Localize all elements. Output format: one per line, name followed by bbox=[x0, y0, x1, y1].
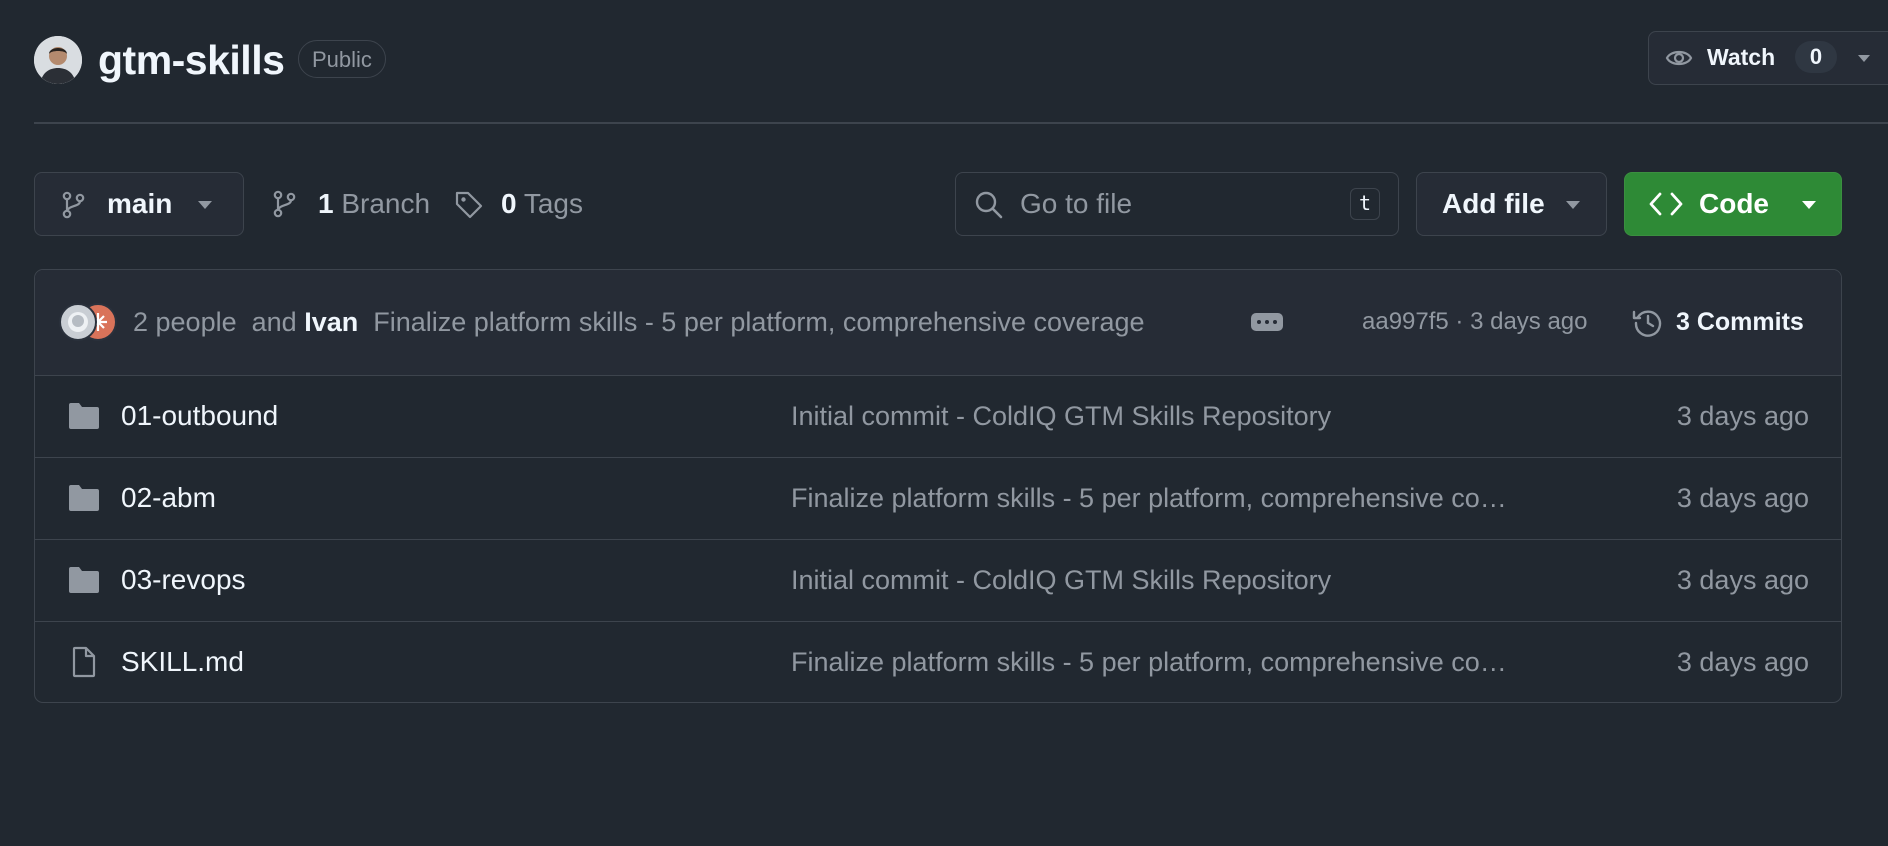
folder-icon bbox=[69, 567, 99, 593]
tags-link[interactable]: 0 Tags bbox=[501, 170, 583, 238]
file-commit-message[interactable]: Finalize platform skills - 5 per platfor… bbox=[791, 458, 1597, 538]
file-commit-message[interactable]: Initial commit - ColdIQ GTM Skills Repos… bbox=[791, 376, 1597, 456]
latest-commit-bar: 2 people and Ivan Finalize platform skil… bbox=[35, 270, 1841, 376]
search-placeholder: Go to file bbox=[1020, 188, 1133, 219]
visibility-badge: Public bbox=[298, 40, 386, 78]
file-commit-message[interactable]: Finalize platform skills - 5 per platfor… bbox=[791, 622, 1597, 702]
current-branch-label: main bbox=[107, 188, 173, 219]
watch-label: Watch bbox=[1707, 44, 1776, 70]
file-table: 2 people and Ivan Finalize platform skil… bbox=[34, 269, 1842, 703]
branch-selector-button[interactable]: main bbox=[34, 172, 244, 236]
file-row[interactable]: SKILL.md Finalize platform skills - 5 pe… bbox=[35, 622, 1841, 702]
file-row[interactable]: 01-outbound Initial commit - ColdIQ GTM … bbox=[35, 376, 1841, 458]
git-branch-icon bbox=[62, 191, 85, 219]
file-age: 3 days ago bbox=[1676, 647, 1809, 677]
and-text: and bbox=[251, 307, 297, 337]
file-row[interactable]: 02-abm Finalize platform skills - 5 per … bbox=[35, 458, 1841, 540]
commit-hash-time[interactable]: aa997f5 · 3 days ago bbox=[1362, 270, 1588, 374]
file-age: 3 days ago bbox=[1676, 483, 1809, 513]
owner-avatar[interactable] bbox=[34, 36, 82, 84]
chevron-down-icon bbox=[1802, 201, 1816, 209]
file-icon bbox=[72, 646, 96, 678]
git-branch-icon bbox=[273, 190, 296, 218]
branches-link[interactable]: 1 Branch bbox=[318, 170, 430, 238]
watch-count: 0 bbox=[1795, 41, 1837, 73]
go-to-file-input[interactable]: Go to file t bbox=[955, 172, 1399, 236]
contributor-avatar[interactable] bbox=[59, 303, 97, 341]
file-row[interactable]: 03-revops Initial commit - ColdIQ GTM Sk… bbox=[35, 540, 1841, 622]
tag-icon bbox=[455, 191, 483, 219]
chevron-down-icon bbox=[1566, 201, 1580, 209]
code-label: Code bbox=[1699, 188, 1769, 219]
commit-message[interactable]: Finalize platform skills - 5 per platfor… bbox=[373, 307, 1144, 337]
eye-icon bbox=[1665, 50, 1693, 66]
commit-author[interactable]: Ivan bbox=[304, 307, 358, 337]
watch-button[interactable]: Watch 0 bbox=[1648, 31, 1888, 85]
chevron-down-icon bbox=[1858, 55, 1870, 62]
user-avatar-icon bbox=[34, 36, 82, 84]
history-icon bbox=[1632, 310, 1662, 337]
folder-icon bbox=[69, 403, 99, 429]
file-name[interactable]: 02-abm bbox=[121, 458, 216, 538]
add-file-button[interactable]: Add file bbox=[1416, 172, 1607, 236]
shortcut-key: t bbox=[1350, 188, 1380, 220]
file-commit-message[interactable]: Initial commit - ColdIQ GTM Skills Repos… bbox=[791, 540, 1597, 620]
file-name[interactable]: 03-revops bbox=[121, 540, 246, 620]
expand-commit-message-button[interactable] bbox=[1251, 313, 1283, 331]
file-age: 3 days ago bbox=[1676, 565, 1809, 595]
code-icon bbox=[1649, 192, 1683, 216]
header-divider bbox=[34, 122, 1888, 124]
commits-link[interactable]: 3 Commits bbox=[1676, 270, 1804, 374]
code-button[interactable]: Code bbox=[1624, 172, 1842, 236]
file-age: 3 days ago bbox=[1676, 401, 1809, 431]
repo-name[interactable]: gtm-skills bbox=[98, 34, 285, 86]
branches-label: Branch bbox=[341, 188, 431, 219]
tags-count: 0 bbox=[501, 188, 517, 219]
folder-icon bbox=[69, 485, 99, 511]
file-name[interactable]: 01-outbound bbox=[121, 376, 278, 456]
commit-summary: 2 people and Ivan Finalize platform skil… bbox=[133, 270, 1145, 374]
branches-count: 1 bbox=[318, 188, 334, 219]
github-octocat-icon bbox=[68, 312, 88, 332]
file-name[interactable]: SKILL.md bbox=[121, 622, 244, 702]
chevron-down-icon bbox=[198, 201, 212, 209]
search-icon bbox=[975, 191, 1003, 219]
authors-link[interactable]: 2 people bbox=[133, 307, 237, 337]
add-file-label: Add file bbox=[1442, 188, 1545, 219]
tags-label: Tags bbox=[523, 188, 584, 219]
